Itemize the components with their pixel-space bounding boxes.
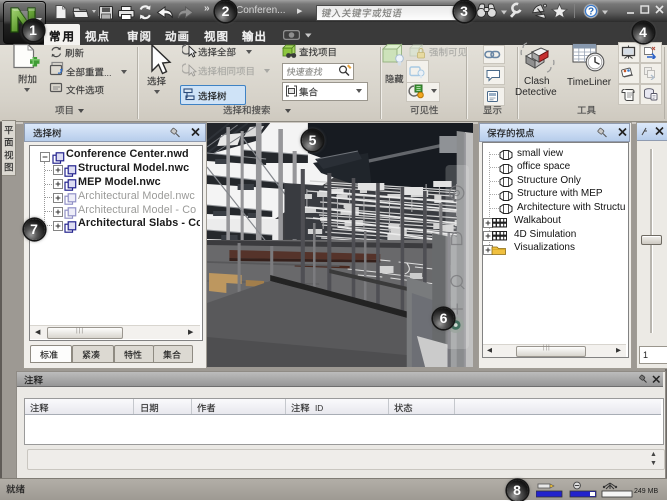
svg-text:?: ? [588,7,594,18]
